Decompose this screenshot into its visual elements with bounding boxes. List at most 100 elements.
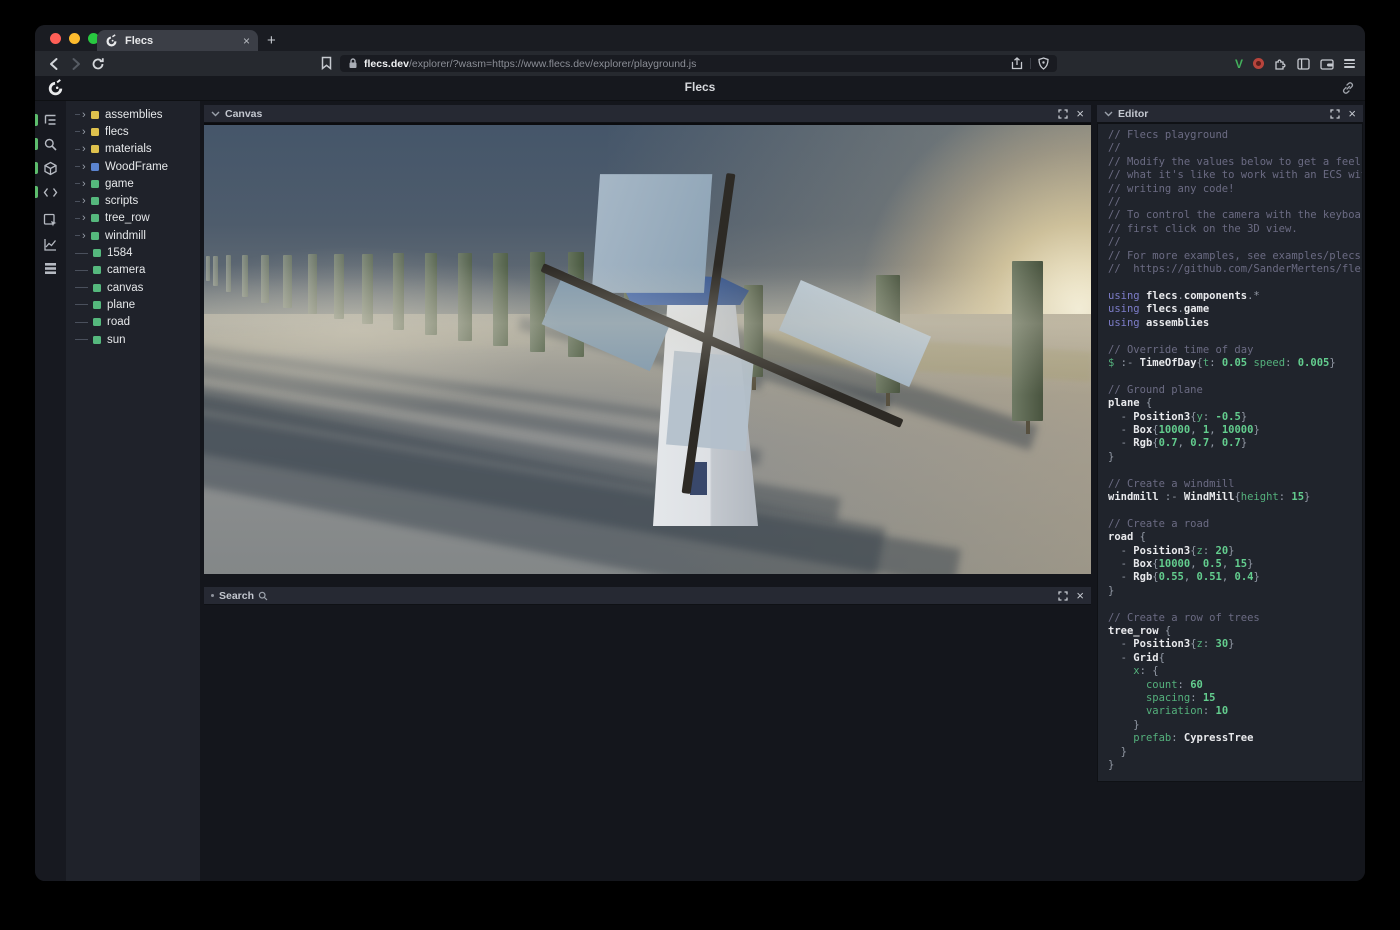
share-link-icon[interactable] bbox=[1341, 81, 1355, 95]
tree-item-plane[interactable]: plane bbox=[66, 296, 200, 313]
expand-chevron-icon[interactable]: › bbox=[82, 162, 89, 172]
close-panel-icon[interactable]: × bbox=[1348, 107, 1356, 120]
code-line: // Ground plane bbox=[1108, 384, 1362, 397]
code-line: using flecs.game bbox=[1108, 303, 1362, 316]
tree-item-road[interactable]: road bbox=[66, 314, 200, 331]
close-panel-icon[interactable]: × bbox=[1076, 589, 1084, 602]
menu-hamburger-icon[interactable] bbox=[1344, 59, 1355, 68]
wallet-icon[interactable] bbox=[1320, 58, 1334, 70]
collapse-chevron-icon bbox=[1104, 111, 1113, 117]
fullscreen-icon[interactable] bbox=[1058, 109, 1068, 119]
cypress-tree bbox=[334, 254, 344, 319]
extensions-puzzle-icon[interactable] bbox=[1274, 57, 1287, 70]
editor-code[interactable]: // Flecs playground//// Modify the value… bbox=[1097, 123, 1363, 782]
panel-stats-chart-icon[interactable] bbox=[35, 232, 66, 256]
expand-chevron-icon[interactable]: › bbox=[82, 110, 89, 120]
tree-item-WoodFrame[interactable]: ›WoodFrame bbox=[66, 158, 200, 175]
minimize-window-button[interactable] bbox=[69, 33, 80, 44]
url-path: /explorer/?wasm=https://www.flecs.dev/ex… bbox=[409, 58, 1011, 70]
panel-search-icon[interactable] bbox=[35, 132, 66, 156]
browser-window: Flecs × + flecs.dev /explorer/?wasm=http… bbox=[35, 25, 1365, 881]
fullscreen-icon[interactable] bbox=[1330, 109, 1340, 119]
code-line: - Position3{z: 30} bbox=[1108, 638, 1362, 651]
code-line: x: { bbox=[1108, 665, 1362, 678]
url-bar[interactable]: flecs.dev /explorer/?wasm=https://www.fl… bbox=[340, 55, 1057, 72]
code-line bbox=[1108, 504, 1362, 517]
canvas-3d-view[interactable] bbox=[204, 123, 1091, 574]
entity-label: 1584 bbox=[107, 247, 133, 259]
tab-bar: Flecs × + bbox=[35, 25, 1365, 51]
code-line: plane { bbox=[1108, 397, 1362, 410]
search-panel-title: Search bbox=[219, 590, 254, 602]
url-domain: flecs.dev bbox=[364, 58, 409, 70]
close-window-button[interactable] bbox=[50, 33, 61, 44]
cypress-tree bbox=[206, 256, 210, 281]
code-line: // Override time of day bbox=[1108, 344, 1362, 357]
entity-label: materials bbox=[105, 143, 152, 155]
browser-toolbar: flecs.dev /explorer/?wasm=https://www.fl… bbox=[35, 51, 1365, 76]
expand-chevron-icon[interactable]: › bbox=[82, 127, 89, 137]
panel-canvas-3d-icon[interactable] bbox=[35, 156, 66, 180]
code-line: // Create a road bbox=[1108, 518, 1362, 531]
sidebar-toggle-icon[interactable] bbox=[1297, 58, 1310, 70]
tree-item-camera[interactable]: camera bbox=[66, 262, 200, 279]
tree-item-sun[interactable]: sun bbox=[66, 331, 200, 348]
search-panel-header[interactable]: Search × bbox=[204, 587, 1091, 605]
forward-button[interactable] bbox=[67, 56, 85, 72]
canvas-panel-header[interactable]: Canvas × bbox=[204, 105, 1091, 123]
code-line: - Rgb{0.7, 0.7, 0.7} bbox=[1108, 437, 1362, 450]
tree-connector bbox=[75, 183, 80, 184]
entity-label: scripts bbox=[105, 195, 138, 207]
cypress-tree bbox=[308, 254, 317, 313]
entity-label: sun bbox=[107, 334, 126, 346]
tree-item-canvas[interactable]: canvas bbox=[66, 279, 200, 296]
expand-chevron-icon[interactable]: › bbox=[82, 179, 89, 189]
tree-item-1584[interactable]: 1584 bbox=[66, 244, 200, 261]
cypress-tree bbox=[213, 256, 218, 287]
entity-label: assemblies bbox=[105, 109, 163, 121]
cypress-tree bbox=[425, 253, 438, 335]
expand-chevron-icon[interactable]: › bbox=[82, 213, 89, 223]
tree-connector bbox=[75, 253, 88, 254]
back-button[interactable] bbox=[45, 56, 63, 72]
tree-item-windmill[interactable]: ›windmill bbox=[66, 227, 200, 244]
tree-item-tree_row[interactable]: ›tree_row bbox=[66, 210, 200, 227]
editor-panel-header[interactable]: Editor × bbox=[1097, 105, 1363, 123]
panel-inspector-icon[interactable] bbox=[35, 208, 66, 232]
expand-chevron-icon[interactable]: › bbox=[82, 196, 89, 206]
entity-kind-square bbox=[93, 336, 101, 344]
tree-item-flecs[interactable]: ›flecs bbox=[66, 123, 200, 140]
url-separator bbox=[1030, 58, 1031, 69]
tab-title: Flecs bbox=[125, 35, 243, 47]
entity-label: game bbox=[105, 178, 134, 190]
entity-kind-square bbox=[91, 197, 99, 205]
close-panel-icon[interactable]: × bbox=[1076, 107, 1084, 120]
code-line: // Modify the values below to get a feel… bbox=[1108, 156, 1362, 169]
tree-connector bbox=[75, 114, 80, 115]
expand-chevron-icon[interactable]: › bbox=[82, 231, 89, 241]
expand-chevron-icon[interactable]: › bbox=[82, 144, 89, 154]
tree-item-game[interactable]: › game bbox=[66, 175, 200, 192]
tree-item-scripts[interactable]: › scripts bbox=[66, 192, 200, 209]
panel-editor-code-icon[interactable] bbox=[35, 180, 66, 204]
tab-close-icon[interactable]: × bbox=[243, 35, 250, 47]
tree-connector bbox=[75, 235, 80, 236]
v-extension-icon[interactable]: V bbox=[1235, 57, 1243, 71]
code-line bbox=[1108, 464, 1362, 477]
fullscreen-icon[interactable] bbox=[1058, 591, 1068, 601]
entity-label: camera bbox=[107, 264, 145, 276]
browser-tab[interactable]: Flecs × bbox=[97, 30, 258, 51]
tree-item-assemblies[interactable]: › assemblies bbox=[66, 106, 200, 123]
panel-tree-icon[interactable] bbox=[35, 108, 66, 132]
cypress-tree bbox=[362, 254, 373, 325]
share-icon[interactable] bbox=[1011, 57, 1023, 70]
tree-item-materials[interactable]: › materials bbox=[66, 141, 200, 158]
reload-button[interactable] bbox=[89, 56, 107, 72]
brave-shield-icon[interactable] bbox=[1038, 57, 1049, 70]
panel-queries-rows-icon[interactable] bbox=[35, 256, 66, 280]
code-line: - Box{10000, 1, 10000} bbox=[1108, 424, 1362, 437]
code-line: // https://github.com/SanderMertens/flec… bbox=[1108, 263, 1362, 276]
red-extension-icon[interactable] bbox=[1253, 58, 1264, 69]
new-tab-button[interactable]: + bbox=[267, 30, 276, 51]
bookmark-icon[interactable] bbox=[320, 56, 333, 70]
